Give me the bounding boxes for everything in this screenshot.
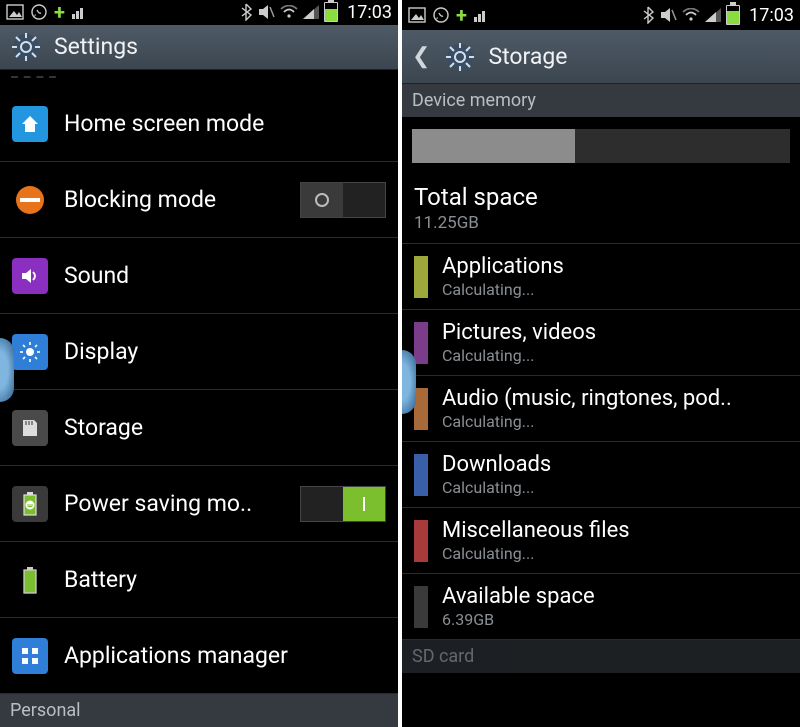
storage-usage-bar-wrap (402, 117, 800, 179)
category-value: Calculating... (442, 346, 788, 365)
status-time: 17:03 (749, 5, 794, 26)
row-label: Battery (64, 566, 386, 593)
storage-category-row[interactable]: Miscellaneous filesCalculating... (402, 508, 800, 574)
category-value: Calculating... (442, 412, 788, 431)
battery-icon (12, 562, 48, 598)
category-value: Calculating... (442, 478, 788, 497)
status-bar: + 17:03 (402, 0, 800, 30)
category-label: Pictures, videos (442, 320, 788, 345)
whatsapp-icon (30, 3, 48, 21)
battery-icon (324, 2, 338, 22)
category-label: Applications (442, 254, 788, 279)
storage-usage-bar (412, 129, 790, 163)
storage-category-row[interactable]: Available space6.39GB (402, 574, 800, 640)
row-label: Display (64, 338, 386, 365)
storage-category-row[interactable]: DownloadsCalculating... (402, 442, 800, 508)
category-swatch (414, 454, 428, 496)
power-saving-toggle[interactable] (300, 486, 386, 522)
category-value: Calculating... (442, 280, 788, 299)
category-swatch (414, 388, 428, 430)
signal-bars-icon (473, 7, 489, 23)
storage-category-list[interactable]: ApplicationsCalculating...Pictures, vide… (402, 244, 800, 640)
row-sound[interactable]: Sound (0, 238, 398, 314)
plus-icon: + (54, 0, 65, 24)
gear-icon (444, 41, 476, 73)
row-applications-manager[interactable]: Applications manager (0, 618, 398, 694)
row-label: Home screen mode (64, 110, 386, 137)
whatsapp-icon (432, 6, 450, 24)
home-icon (12, 106, 48, 142)
status-bar: + 17:03 (0, 0, 398, 25)
row-battery[interactable]: Battery (0, 542, 398, 618)
settings-list[interactable]: Home screen mode Blocking mode Sound Dis… (0, 86, 398, 727)
category-swatch (414, 520, 428, 562)
status-time: 17:03 (347, 2, 392, 23)
title-bar: Settings (0, 25, 398, 70)
category-value: 6.39GB (442, 610, 788, 629)
row-storage[interactable]: Storage (0, 390, 398, 466)
apps-icon (12, 638, 48, 674)
category-swatch (414, 322, 428, 364)
settings-screen: + 17:03 Setti (0, 0, 398, 727)
row-power-saving[interactable]: Power saving mo.. (0, 466, 398, 542)
wifi-icon (280, 5, 298, 19)
category-label: Miscellaneous files (442, 518, 788, 543)
total-space: Total space 11.25GB (402, 179, 800, 244)
total-space-value: 11.25GB (414, 213, 788, 233)
category-label: Audio (music, ringtones, pod.. (442, 386, 788, 411)
section-device-memory: Device memory (402, 84, 800, 117)
row-label: Sound (64, 262, 386, 289)
section-personal: Personal (0, 694, 398, 727)
image-icon (408, 7, 426, 23)
wifi-icon (682, 8, 700, 22)
page-title: Storage (488, 43, 567, 70)
storage-used-segment (412, 129, 575, 163)
power-saving-icon (12, 486, 48, 522)
swipe-handle[interactable] (0, 338, 14, 402)
category-label: Available space (442, 584, 788, 609)
storage-category-row[interactable]: ApplicationsCalculating... (402, 244, 800, 310)
storage-category-row[interactable]: Pictures, videosCalculating... (402, 310, 800, 376)
battery-icon (726, 5, 740, 25)
bluetooth-icon (240, 3, 252, 21)
storage-screen: + 17:03 ❮ (402, 0, 800, 727)
row-home-screen-mode[interactable]: Home screen mode (0, 86, 398, 162)
page-title: Settings (54, 33, 138, 60)
category-value: Calculating... (442, 544, 788, 563)
cell-signal-icon (303, 5, 319, 19)
row-label: Power saving mo.. (64, 490, 284, 517)
bluetooth-icon (642, 6, 654, 24)
row-label: Blocking mode (64, 186, 284, 213)
storage-icon (12, 410, 48, 446)
category-swatch (414, 256, 428, 298)
blocking-icon (12, 182, 48, 218)
row-label: Storage (64, 414, 386, 441)
gear-icon (10, 31, 42, 63)
signal-bars-icon (71, 4, 87, 20)
back-icon[interactable]: ❮ (412, 44, 430, 69)
display-icon (12, 334, 48, 370)
row-display[interactable]: Display (0, 314, 398, 390)
section-sd-card: SD card (402, 640, 800, 673)
row-blocking-mode[interactable]: Blocking mode (0, 162, 398, 238)
mute-icon (257, 4, 275, 20)
sound-icon (12, 258, 48, 294)
total-space-label: Total space (414, 183, 788, 211)
image-icon (6, 4, 24, 20)
swipe-handle[interactable] (402, 350, 416, 414)
plus-icon: + (456, 3, 467, 27)
mute-icon (659, 7, 677, 23)
truncated-section: – – – – (0, 70, 398, 86)
storage-category-row[interactable]: Audio (music, ringtones, pod..Calculatin… (402, 376, 800, 442)
title-bar: ❮ Storage (402, 30, 800, 84)
cell-signal-icon (705, 8, 721, 22)
blocking-toggle[interactable] (300, 182, 386, 218)
category-swatch (414, 586, 428, 628)
category-label: Downloads (442, 452, 788, 477)
row-label: Applications manager (64, 642, 386, 669)
